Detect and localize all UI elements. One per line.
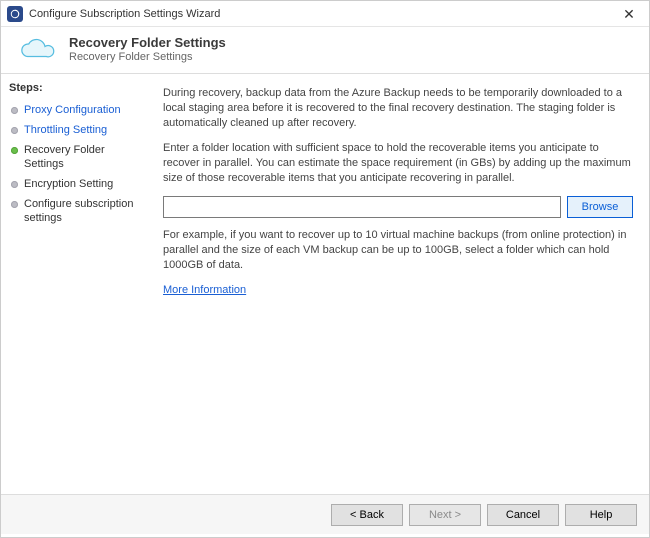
step-encryption-setting[interactable]: Encryption Setting (9, 174, 142, 194)
title-bar: Configure Subscription Settings Wizard ✕ (1, 1, 649, 27)
bullet-icon (9, 145, 19, 155)
app-icon (7, 6, 23, 22)
example-paragraph: For example, if you want to recover up t… (163, 228, 633, 273)
window-title: Configure Subscription Settings Wizard (29, 8, 615, 20)
steps-sidebar: Steps: Proxy Configuration Throttling Se… (1, 74, 149, 494)
back-button[interactable]: < Back (331, 504, 403, 526)
help-button[interactable]: Help (565, 504, 637, 526)
bullet-icon (9, 105, 19, 115)
more-information-link[interactable]: More Information (163, 284, 246, 296)
bullet-icon (9, 179, 19, 189)
step-label: Encryption Setting (24, 177, 113, 191)
close-icon[interactable]: ✕ (615, 7, 643, 21)
browse-button[interactable]: Browse (567, 196, 633, 218)
page-title: Recovery Folder Settings (69, 35, 226, 50)
bullet-icon (9, 125, 19, 135)
cancel-button[interactable]: Cancel (487, 504, 559, 526)
intro-paragraph-1: During recovery, backup data from the Az… (163, 86, 633, 131)
content-area: During recovery, backup data from the Az… (149, 74, 649, 494)
folder-path-input[interactable] (163, 196, 561, 218)
step-configure-subscription-settings[interactable]: Configure subscription settings (9, 194, 142, 228)
step-label: Recovery Folder Settings (24, 143, 142, 171)
step-label: Proxy Configuration (24, 103, 121, 117)
step-label: Throttling Setting (24, 123, 107, 137)
cloud-icon (15, 36, 55, 62)
step-proxy-configuration[interactable]: Proxy Configuration (9, 100, 142, 120)
next-button: Next > (409, 504, 481, 526)
page-subtitle: Recovery Folder Settings (69, 51, 226, 63)
step-recovery-folder-settings[interactable]: Recovery Folder Settings (9, 140, 142, 174)
intro-paragraph-2: Enter a folder location with sufficient … (163, 141, 633, 186)
wizard-footer: < Back Next > Cancel Help (1, 494, 649, 534)
steps-heading: Steps: (9, 82, 142, 94)
wizard-header: Recovery Folder Settings Recovery Folder… (1, 27, 649, 74)
bullet-icon (9, 199, 19, 209)
step-throttling-setting[interactable]: Throttling Setting (9, 120, 142, 140)
step-label: Configure subscription settings (24, 197, 142, 225)
